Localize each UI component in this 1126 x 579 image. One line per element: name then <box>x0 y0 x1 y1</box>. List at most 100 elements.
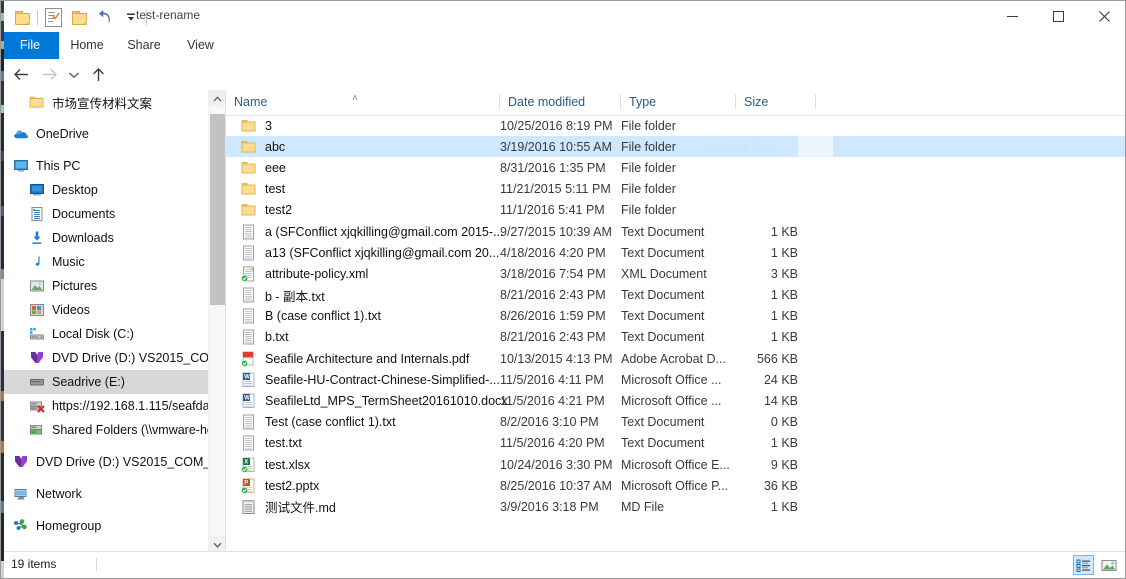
sidebar-item-this-pc[interactable]: This PC <box>1 154 208 178</box>
column-header-name-label: Name <box>234 95 267 109</box>
cell-name[interactable]: 测试文件.md <box>241 497 336 516</box>
cell-name[interactable]: WSeafileLtd_MPS_TermSheet20161010.docx <box>241 393 508 409</box>
tab-file[interactable]: File <box>1 32 59 59</box>
large-icons-view-button[interactable] <box>1098 555 1119 575</box>
tab-view[interactable]: View <box>173 32 228 59</box>
table-row[interactable]: Window Snipabc3/19/2016 10:55 AMFile fol… <box>226 136 1126 157</box>
sidebar-item-videos[interactable]: Videos <box>1 298 208 322</box>
column-header-size[interactable]: Size <box>736 90 816 114</box>
file-name-label: test2 <box>265 203 292 217</box>
cell-date-modified: 8/25/2016 10:37 AM <box>500 479 612 493</box>
cell-name[interactable]: Seafile Architecture and Internals.pdf <box>241 351 469 367</box>
scroll-up-arrow-icon[interactable] <box>209 90 226 107</box>
new-folder-icon[interactable] <box>66 6 92 28</box>
col-divider-4[interactable] <box>815 94 816 110</box>
cell-date-modified: 10/13/2015 4:13 PM <box>500 352 613 366</box>
sidebar-item-network[interactable]: Network <box>1 482 208 506</box>
table-row[interactable]: a (SFConflict xjqkilling@gmail.com 2015-… <box>226 221 1126 242</box>
navigation-pane-scrollbar[interactable] <box>208 90 226 553</box>
cell-name[interactable]: attribute-policy.xml <box>241 266 368 282</box>
column-header-date-modified[interactable]: Date modified <box>500 90 621 114</box>
sidebar-item-documents[interactable]: Documents <box>1 202 208 226</box>
cell-name[interactable]: a13 (SFConflict xjqkilling@gmail.com 20.… <box>241 245 499 261</box>
sidebar-item-shared-folders-vmware-ho[interactable]: Shared Folders (\\vmware-ho <box>1 418 208 442</box>
sidebar-item-onedrive[interactable]: OneDrive <box>1 122 208 146</box>
table-row[interactable]: Xtest.xlsx10/24/2016 3:30 PMMicrosoft Of… <box>226 454 1126 475</box>
sidebar-item-downloads[interactable]: Downloads <box>1 226 208 250</box>
sidebar-item-label: 市场宣传材料文案 <box>52 93 152 112</box>
table-row[interactable]: WSeafile-HU-Contract-Chinese-Simplified-… <box>226 369 1126 390</box>
recent-locations-button[interactable] <box>63 59 85 90</box>
table-row[interactable]: test11/21/2015 5:11 PMFile folder <box>226 179 1126 200</box>
downloads-arrow-icon <box>29 230 45 246</box>
cell-name[interactable]: B (case conflict 1).txt <box>241 308 381 324</box>
cell-name[interactable]: a (SFConflict xjqkilling@gmail.com 2015-… <box>241 224 503 240</box>
scrollbar-thumb[interactable] <box>210 114 225 305</box>
sidebar-item-[interactable]: 市场宣传材料文案 <box>1 90 208 114</box>
forward-button[interactable] <box>35 59 63 90</box>
sidebar-item-label: Seadrive (E:) <box>52 375 125 389</box>
tab-share[interactable]: Share <box>115 32 173 59</box>
explorer-content: 市场宣传材料文案OneDriveThis PCDesktopDocumentsD… <box>1 90 1126 553</box>
table-row[interactable]: Test (case conflict 1).txt8/2/2016 3:10 … <box>226 412 1126 433</box>
cell-name[interactable]: b.txt <box>241 329 289 345</box>
file-name-label: test <box>265 182 285 196</box>
onedrive-cloud-icon <box>13 126 29 142</box>
column-header-type[interactable]: Type <box>621 90 736 114</box>
table-row[interactable]: a13 (SFConflict xjqkilling@gmail.com 20.… <box>226 242 1126 263</box>
file-name-label: Seafile Architecture and Internals.pdf <box>265 352 469 366</box>
sidebar-item-desktop[interactable]: Desktop <box>1 178 208 202</box>
table-row[interactable]: WSeafileLtd_MPS_TermSheet20161010.docx11… <box>226 390 1126 411</box>
cell-size: 566 KB <box>736 352 798 366</box>
cell-name[interactable]: abc <box>241 139 285 155</box>
back-button[interactable] <box>7 59 35 90</box>
column-header-name[interactable]: ˄ Name <box>226 90 500 114</box>
cell-name[interactable]: b - 副本.txt <box>241 286 325 305</box>
drive-icon <box>29 374 45 390</box>
details-view-button[interactable] <box>1073 555 1094 575</box>
file-name-label: b.txt <box>265 330 289 344</box>
sidebar-item-label: https://192.168.1.115/seafdav <box>52 399 208 413</box>
cell-name[interactable]: test2 <box>241 202 292 218</box>
cell-name[interactable]: test <box>241 181 285 197</box>
sidebar-group-gap <box>1 114 208 122</box>
table-row[interactable]: test.txt11/5/2016 4:20 PMText Document1 … <box>226 433 1126 454</box>
cell-date-modified: 11/5/2016 4:21 PM <box>500 394 605 408</box>
folder-icon[interactable] <box>9 6 35 28</box>
table-row[interactable]: test211/1/2016 5:41 PMFile folder <box>226 200 1126 221</box>
table-row[interactable]: eee8/31/2016 1:35 PMFile folder <box>226 157 1126 178</box>
sidebar-item-local-disk-c[interactable]: Local Disk (C:) <box>1 322 208 346</box>
table-row[interactable]: Seafile Architecture and Internals.pdf 10… <box>226 348 1126 369</box>
sidebar-item-homegroup[interactable]: Homegroup <box>1 514 208 538</box>
table-row[interactable]: attribute-policy.xml3/18/2016 7:54 PMXML… <box>226 263 1126 284</box>
cell-date-modified: 8/21/2016 2:43 PM <box>500 288 606 302</box>
undo-icon[interactable] <box>92 6 118 28</box>
cell-name[interactable]: Ptest2.pptx <box>241 478 319 494</box>
sidebar-item-dvd-drive-d-vs2015-com[interactable]: DVD Drive (D:) VS2015_COM_ <box>1 346 208 370</box>
sidebar-item-https-192-168-1-115-seafdav[interactable]: https://192.168.1.115/seafdav <box>1 394 208 418</box>
minimize-button[interactable] <box>989 1 1035 32</box>
table-row[interactable]: 测试文件.md3/9/2016 3:18 PMMD File1 KB <box>226 496 1126 517</box>
cell-name[interactable]: eee <box>241 160 286 176</box>
cell-name[interactable]: 3 <box>241 118 272 134</box>
up-button[interactable] <box>85 59 111 90</box>
tab-home[interactable]: Home <box>59 32 115 59</box>
table-row[interactable]: B (case conflict 1).txt8/26/2016 1:59 PM… <box>226 306 1126 327</box>
table-row[interactable]: b - 副本.txt8/21/2016 2:43 PMText Document… <box>226 285 1126 306</box>
sidebar-item-dvd-drive-d-vs2015-com-e[interactable]: DVD Drive (D:) VS2015_COM_E <box>1 450 208 474</box>
table-row[interactable]: 310/25/2016 8:19 PMFile folder <box>226 115 1126 136</box>
sidebar-item-music[interactable]: Music <box>1 250 208 274</box>
properties-icon[interactable] <box>40 6 66 28</box>
cell-name[interactable]: test.txt <box>241 435 302 451</box>
cell-name[interactable]: Test (case conflict 1).txt <box>241 414 396 430</box>
maximize-button[interactable] <box>1035 1 1081 32</box>
cell-name[interactable]: Xtest.xlsx <box>241 457 310 473</box>
sidebar-item-seadrive-e[interactable]: Seadrive (E:) <box>1 370 208 394</box>
network-drive-disconnected-icon <box>29 398 45 414</box>
table-row[interactable]: b.txt8/21/2016 2:43 PMText Document1 KB <box>226 327 1126 348</box>
close-button[interactable] <box>1081 1 1126 32</box>
cell-name[interactable]: WSeafile-HU-Contract-Chinese-Simplified-… <box>241 372 500 388</box>
sidebar-item-pictures[interactable]: Pictures <box>1 274 208 298</box>
table-row[interactable]: Ptest2.pptx8/25/2016 10:37 AMMicrosoft O… <box>226 475 1126 496</box>
cell-date-modified: 11/5/2016 4:11 PM <box>500 373 604 387</box>
